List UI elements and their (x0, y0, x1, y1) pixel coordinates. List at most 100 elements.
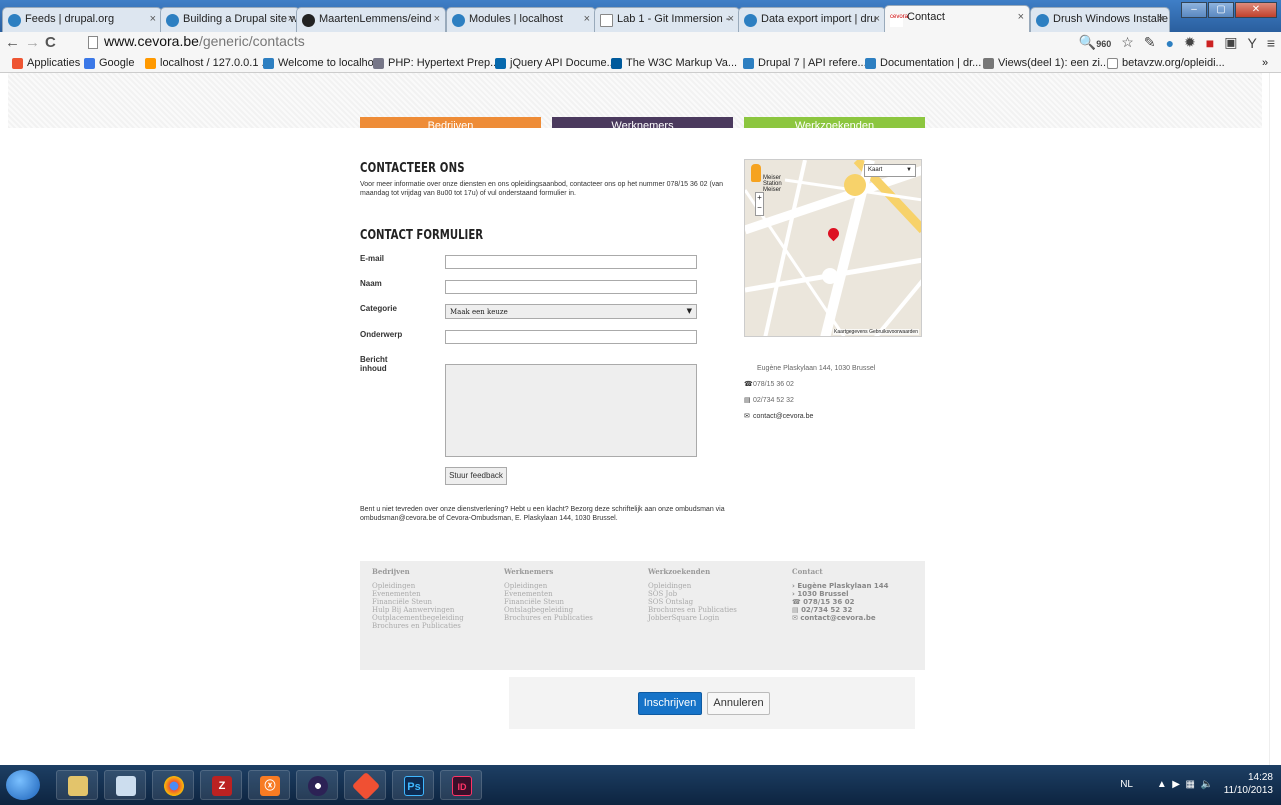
bookmark-localhost[interactable]: localhost / 127.0.0.1 ... (145, 57, 271, 69)
google-map[interactable]: Meiser Station Meiser + − Kaart ▼ Kaartgeg… (744, 159, 922, 337)
globe-icon[interactable]: ● (1166, 35, 1174, 51)
reload-icon[interactable]: C (45, 34, 56, 51)
address-bar[interactable]: www.cevora.be/generic/contacts (86, 33, 1086, 53)
nav-tab-werkzoekenden[interactable]: Werkzoekenden (744, 117, 925, 128)
subscribe-button[interactable]: Inschrijven (638, 692, 702, 715)
extension-red-icon[interactable]: ■ (1206, 35, 1214, 51)
zoom-icon[interactable]: 🔍960 (1079, 34, 1111, 51)
message-textarea[interactable] (445, 364, 697, 457)
close-window-button[interactable]: ✕ (1235, 2, 1277, 18)
menu-icon[interactable]: ≡ (1267, 35, 1275, 51)
footer-contact-value[interactable]: contact@cevora.be (800, 614, 875, 622)
footer-heading[interactable]: Werkzoekenden (648, 568, 737, 576)
gear-icon[interactable]: ✹ (1184, 34, 1196, 51)
cancel-button[interactable]: Annuleren (707, 692, 770, 715)
footer-link[interactable]: Hulp Bij Aanwervingen (372, 606, 464, 614)
close-icon[interactable]: × (150, 13, 156, 25)
footer-link[interactable]: SOS Job (648, 590, 737, 598)
nav-tab-werknemers[interactable]: Werknemers (552, 117, 733, 128)
taskbar-xampp[interactable]: ⓧ (248, 770, 290, 800)
maximize-button[interactable]: ▢ (1208, 2, 1234, 18)
start-button[interactable] (6, 770, 40, 800)
close-icon[interactable]: × (728, 13, 734, 25)
email-field[interactable] (445, 255, 697, 269)
star-icon[interactable]: ☆ (1121, 34, 1134, 51)
bookmark-php[interactable]: PHP: Hypertext Prep... (373, 57, 499, 69)
taskbar-filezilla[interactable]: Z (200, 770, 242, 800)
bookmark-google[interactable]: Google (84, 57, 134, 69)
bookmarks-overflow[interactable]: » (1262, 57, 1268, 69)
browser-tab[interactable]: Data export import | dru × (738, 7, 886, 32)
street-view-pegman-icon[interactable] (751, 164, 761, 182)
taskbar-indesign[interactable]: ID (440, 770, 482, 800)
close-icon[interactable]: × (434, 13, 440, 25)
y-extension-icon[interactable]: Y (1247, 35, 1256, 51)
footer-link[interactable]: Financiële Steun (372, 598, 464, 606)
bookmark-welcome[interactable]: Welcome to localho... (263, 57, 383, 69)
close-icon[interactable]: × (288, 13, 294, 25)
email-value[interactable]: contact@cevora.be (753, 413, 813, 420)
browser-tab[interactable]: Drush Windows Installe × (1030, 7, 1170, 32)
bookmark-apps[interactable]: Applicaties (12, 57, 80, 69)
bookmark-w3c[interactable]: The W3C Markup Va... (611, 57, 737, 69)
footer-heading[interactable]: Werknemers (504, 568, 593, 576)
bookmark-betavzw[interactable]: betavzw.org/opleidi... (1107, 57, 1225, 69)
taskbar-photoshop[interactable]: Ps (392, 770, 434, 800)
map-type-select[interactable]: Kaart ▼ (864, 164, 916, 177)
footer-link[interactable]: JobberSquare Login (648, 614, 737, 622)
footer-heading[interactable]: Bedrijven (372, 568, 464, 576)
browser-tab[interactable]: Lab 1 - Git Immersion - × (594, 7, 740, 32)
taskbar-notepad[interactable] (104, 770, 146, 800)
footer-link[interactable]: Brochures en Publicaties (504, 614, 593, 622)
subject-field[interactable] (445, 330, 697, 344)
nav-tab-bedrijven[interactable]: Bedrijven (360, 117, 541, 128)
footer-link[interactable]: Brochures en Publicaties (372, 622, 464, 630)
send-feedback-button[interactable]: Stuur feedback (445, 467, 507, 485)
category-select[interactable]: Maak een keuze ▼ (445, 304, 697, 319)
extension-box-icon[interactable]: ▣ (1224, 34, 1237, 51)
footer-link[interactable]: Evenementen (372, 590, 464, 598)
map-zoom-control[interactable]: + − (755, 192, 764, 216)
browser-tab[interactable]: Modules | localhost × (446, 7, 596, 32)
footer-col-werkzoekenden: Werkzoekenden Opleidingen SOS Job SOS On… (648, 568, 737, 623)
map-attribution[interactable]: Kaartgegevens Gebruiksvoorwaarden (833, 329, 919, 335)
url-host: www.cevora.be (104, 33, 199, 49)
footer-link[interactable]: Opleidingen (504, 582, 593, 590)
eclipse-icon (308, 776, 328, 796)
close-icon[interactable]: × (584, 13, 590, 25)
taskbar-git[interactable] (344, 770, 386, 801)
back-arrow-icon[interactable]: ← (5, 34, 20, 51)
page-scrollbar[interactable] (1269, 73, 1281, 765)
close-icon[interactable]: × (1018, 11, 1024, 23)
footer-link[interactable]: Evenementen (504, 590, 593, 598)
footer-link[interactable]: SOS Ontslag (648, 598, 737, 606)
footer-link[interactable]: Opleidingen (648, 582, 737, 590)
bookmark-drupal-api[interactable]: Drupal 7 | API refere... (743, 57, 867, 69)
bookmark-documentation[interactable]: Documentation | dr... (865, 57, 981, 69)
browser-tab[interactable]: Building a Drupal site w × (160, 7, 300, 32)
browser-tab[interactable]: Feeds | drupal.org × (2, 7, 162, 32)
name-field[interactable] (445, 280, 697, 294)
footer-link[interactable]: Financiële Steun (504, 598, 593, 606)
browser-tab-active[interactable]: cevora Contact × (884, 5, 1030, 32)
fax-icon: ▤ (744, 397, 751, 404)
language-indicator[interactable]: NL (1120, 779, 1133, 790)
footer-contact-value: 1030 Brussel (797, 590, 849, 598)
clock[interactable]: 14:28 11/10/2013 (1224, 771, 1273, 797)
footer-link[interactable]: Ontslagbegeleiding (504, 606, 593, 614)
forward-arrow-icon[interactable]: → (25, 34, 40, 51)
footer-link[interactable]: Opleidingen (372, 582, 464, 590)
minimize-button[interactable]: – (1181, 2, 1207, 18)
extension-icon[interactable]: ✎ (1144, 34, 1156, 51)
close-icon[interactable]: × (1158, 13, 1164, 25)
taskbar-explorer[interactable] (56, 770, 98, 800)
footer-link[interactable]: Brochures en Publicaties (648, 606, 737, 614)
bookmark-views[interactable]: Views(deel 1): een zi... (983, 57, 1109, 69)
taskbar-chrome[interactable] (152, 770, 194, 800)
close-icon[interactable]: × (874, 13, 880, 25)
tray-icons[interactable]: ▲ ▶ ▦ 🔈 (1157, 779, 1213, 790)
taskbar-eclipse[interactable] (296, 770, 338, 800)
browser-tab[interactable]: MaartenLemmens/eind × (296, 7, 446, 32)
footer-link[interactable]: Outplacementbegeleiding (372, 614, 464, 622)
bookmark-jquery[interactable]: jQuery API Docume... (495, 57, 616, 69)
